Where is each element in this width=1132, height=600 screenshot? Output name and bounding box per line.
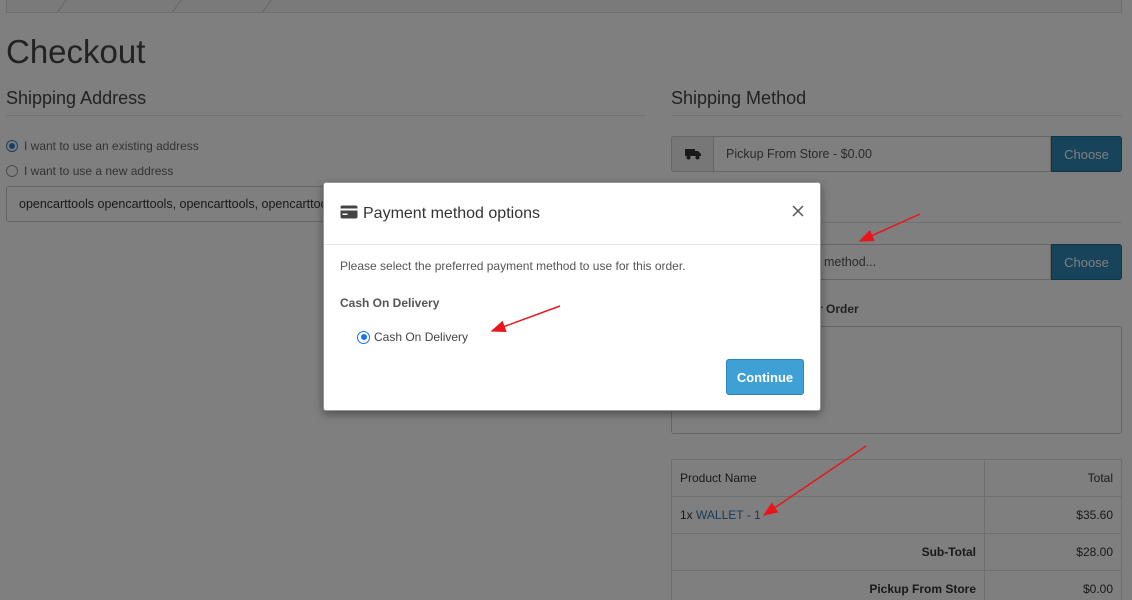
modal-header: Payment method options (324, 183, 820, 245)
credit-card-icon (340, 205, 358, 222)
modal-title: Payment method options (363, 204, 540, 222)
close-icon[interactable] (790, 203, 806, 219)
cod-label: Cash On Delivery (374, 330, 469, 344)
payment-group-label: Cash On Delivery (340, 296, 440, 310)
payment-modal: Payment method options Please select the… (323, 182, 821, 411)
cod-option[interactable]: Cash On Delivery (357, 330, 804, 344)
modal-description: Please select the preferred payment meth… (340, 259, 686, 273)
modal-body: Please select the preferred payment meth… (324, 245, 820, 358)
continue-button[interactable]: Continue (726, 359, 804, 395)
cod-radio[interactable] (357, 330, 370, 344)
